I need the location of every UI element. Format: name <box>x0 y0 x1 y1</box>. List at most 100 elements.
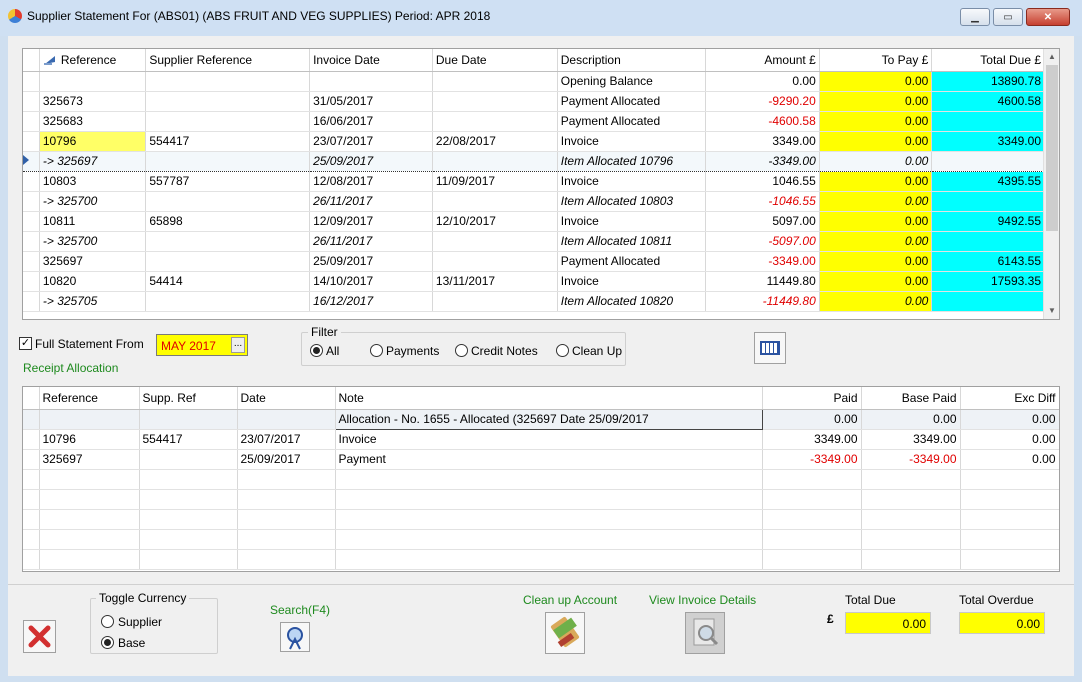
total-overdue-field: 0.00 <box>959 612 1045 634</box>
cell-to-pay: 0.00 <box>819 271 933 292</box>
column-header-amount[interactable]: Amount £ <box>705 49 820 72</box>
table-row[interactable]: Opening Balance 0.00 0.00 13890.78 <box>23 71 1045 92</box>
cell-base-paid: -3349.00 <box>861 449 961 470</box>
column-header-paid[interactable]: Paid <box>762 387 862 410</box>
table-row[interactable]: -> 325700 26/11/2017 Item Allocated 1081… <box>23 231 1045 252</box>
close-button[interactable]: ✕ <box>1026 8 1070 26</box>
cell-reference: 325697 <box>39 449 140 470</box>
cell-supp-ref <box>139 409 238 430</box>
cell-base-paid: 0.00 <box>861 409 961 430</box>
table-row[interactable]: 10811 65898 12/09/2017 12/10/2017 Invoic… <box>23 211 1045 232</box>
filter-credit-notes-label[interactable]: Credit Notes <box>471 344 538 358</box>
cell-exc-diff: 0.00 <box>960 409 1059 430</box>
cell-description: Opening Balance <box>557 71 707 92</box>
row-indicator <box>23 231 40 252</box>
column-header-note[interactable]: Note <box>335 387 763 410</box>
cell-due-date <box>432 91 558 112</box>
cell-exc-diff: 0.00 <box>960 429 1059 450</box>
column-header-to-pay[interactable]: To Pay £ <box>819 49 933 72</box>
table-row[interactable]: -> 325705 16/12/2017 Item Allocated 1082… <box>23 291 1045 312</box>
cell-due-date: 22/08/2017 <box>432 131 558 152</box>
scrollbar-thumb[interactable] <box>1046 65 1058 231</box>
filter-credit-notes-radio[interactable] <box>455 344 468 357</box>
cell-total-due: 4600.58 <box>931 91 1045 112</box>
filter-clean-up-label[interactable]: Clean Up <box>572 344 622 358</box>
exit-button[interactable] <box>23 620 56 653</box>
cell-invoice-date: 16/12/2017 <box>309 291 433 312</box>
column-header-reference[interactable]: Reference <box>39 387 140 410</box>
filter-payments-radio[interactable] <box>370 344 383 357</box>
title-bar: Supplier Statement For (ABS01) (ABS FRUI… <box>0 0 1082 36</box>
restore-button[interactable]: ▭ <box>993 8 1023 26</box>
cell-invoice-date: 16/06/2017 <box>309 111 433 132</box>
statement-grid[interactable]: Reference Supplier Reference Invoice Dat… <box>22 48 1060 320</box>
currency-supplier-label[interactable]: Supplier <box>118 615 162 629</box>
currency-symbol: £ <box>827 612 834 626</box>
column-header-due-date[interactable]: Due Date <box>432 49 558 72</box>
cell-description: Invoice <box>557 271 707 292</box>
empty-row <box>23 489 1059 510</box>
table-row[interactable]: 325697 25/09/2017 Payment Allocated -334… <box>23 251 1045 272</box>
column-header-supp-ref[interactable]: Supp. Ref <box>139 387 238 410</box>
minimize-button[interactable]: ▁ <box>960 8 990 26</box>
filter-clean-up-radio[interactable] <box>556 344 569 357</box>
currency-base-label[interactable]: Base <box>118 636 145 650</box>
filter-all-radio[interactable] <box>310 344 323 357</box>
table-row[interactable]: -> 325700 26/11/2017 Item Allocated 1080… <box>23 191 1045 212</box>
clean-up-account-button[interactable] <box>545 612 585 654</box>
table-row[interactable]: 325697 25/09/2017 Payment -3349.00 -3349… <box>23 449 1059 470</box>
cell-due-date <box>432 251 558 272</box>
scroll-down-icon[interactable]: ▼ <box>1044 303 1059 319</box>
full-statement-date-field[interactable]: MAY 2017 ... <box>156 334 248 356</box>
table-row[interactable]: 10803 557787 12/08/2017 11/09/2017 Invoi… <box>23 171 1045 192</box>
filter-payments-label[interactable]: Payments <box>386 344 439 358</box>
row-indicator <box>23 211 40 232</box>
currency-base-radio[interactable] <box>101 636 114 649</box>
currency-supplier-radio[interactable] <box>101 615 114 628</box>
cell-to-pay: 0.00 <box>819 71 933 92</box>
table-row[interactable]: 325673 31/05/2017 Payment Allocated -929… <box>23 91 1045 112</box>
column-header-invoice-date[interactable]: Invoice Date <box>309 49 433 72</box>
cell-amount: -3349.00 <box>705 150 820 172</box>
cell-description: Invoice <box>557 171 707 192</box>
filter-all-label[interactable]: All <box>326 344 339 358</box>
view-invoice-details-button[interactable] <box>685 612 725 654</box>
cell-amount: -4600.58 <box>705 111 820 132</box>
allocation-summary-row[interactable]: Allocation - No. 1655 - Allocated (32569… <box>23 408 1059 430</box>
date-picker-button[interactable]: ... <box>231 337 245 353</box>
column-header-supplier-reference[interactable]: Supplier Reference <box>145 49 311 72</box>
cell-amount: 11449.80 <box>705 271 820 292</box>
row-indicator <box>23 171 40 192</box>
table-row[interactable]: 325683 16/06/2017 Payment Allocated -460… <box>23 111 1045 132</box>
table-row[interactable]: 10796 554417 23/07/2017 22/08/2017 Invoi… <box>23 131 1045 152</box>
column-header-description[interactable]: Description <box>557 49 707 72</box>
column-header-date[interactable]: Date <box>237 387 336 410</box>
header-indicator <box>23 49 40 72</box>
column-header-exc-diff[interactable]: Exc Diff <box>960 387 1059 410</box>
cell-supp-ref: 554417 <box>139 429 238 450</box>
cell-total-due <box>931 111 1045 132</box>
table-row-selected[interactable]: -> 325697 25/09/2017 Item Allocated 1079… <box>23 150 1045 172</box>
print-button[interactable] <box>754 332 786 364</box>
cell-supplier-reference: 557787 <box>145 171 311 192</box>
cell-to-pay: 0.00 <box>819 111 933 132</box>
statement-scrollbar[interactable]: ▲ ▼ <box>1043 49 1059 319</box>
table-row[interactable]: 10796 554417 23/07/2017 Invoice 3349.00 … <box>23 429 1059 450</box>
table-row[interactable]: 10820 54414 14/10/2017 13/11/2017 Invoic… <box>23 271 1045 292</box>
cell-date: 23/07/2017 <box>237 429 336 450</box>
scroll-up-icon[interactable]: ▲ <box>1044 49 1059 65</box>
column-header-base-paid[interactable]: Base Paid <box>861 387 961 410</box>
cell-description: Invoice <box>557 211 707 232</box>
column-header-reference[interactable]: Reference <box>39 49 147 72</box>
search-button[interactable] <box>280 622 310 652</box>
cell-supplier-reference <box>145 251 311 272</box>
allocation-grid[interactable]: Reference Supp. Ref Date Note Paid Base … <box>22 386 1060 572</box>
cell-to-pay: 0.00 <box>819 291 933 312</box>
cell-description: Payment Allocated <box>557 111 707 132</box>
column-header-total-due[interactable]: Total Due £ <box>931 49 1045 72</box>
allocation-header-row: Reference Supp. Ref Date Note Paid Base … <box>23 387 1059 410</box>
row-indicator <box>23 449 40 470</box>
receipt-allocation-label: Receipt Allocation <box>23 361 119 375</box>
empty-row <box>23 469 1059 490</box>
full-statement-checkbox[interactable]: ✓ <box>19 337 32 350</box>
